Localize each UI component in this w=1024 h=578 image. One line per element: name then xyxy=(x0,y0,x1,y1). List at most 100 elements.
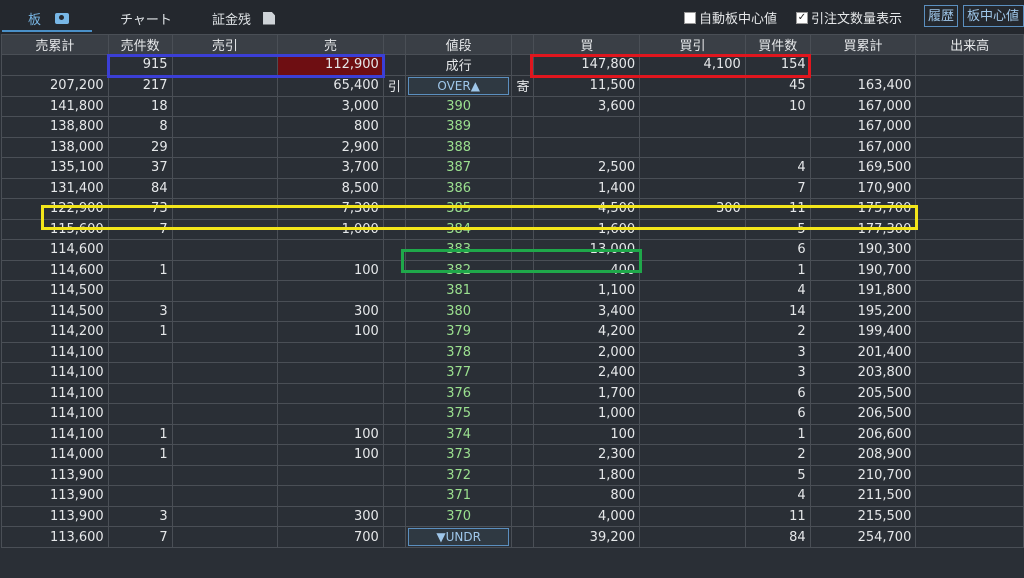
cell-price[interactable]: 376 xyxy=(404,382,513,404)
cell-price[interactable]: 382 xyxy=(404,259,513,281)
cell-buy[interactable] xyxy=(533,116,641,138)
cell-buy[interactable]: 39,200 xyxy=(533,526,641,548)
cell-price[interactable]: 377 xyxy=(404,362,513,384)
cell-price[interactable]: 383 xyxy=(404,239,513,261)
cell-buy[interactable]: 1,700 xyxy=(533,382,641,404)
cell-price[interactable]: 373 xyxy=(404,444,513,466)
cell-buy[interactable]: 1,800 xyxy=(533,464,641,486)
cell-sell[interactable] xyxy=(277,485,384,507)
cell-buy[interactable]: 1,000 xyxy=(533,403,641,425)
cell-buy[interactable]: 100 xyxy=(533,423,641,445)
export-icon[interactable] xyxy=(263,11,276,25)
cell-buy[interactable]: 3,600 xyxy=(533,95,641,117)
cell-price[interactable]: 387 xyxy=(404,157,513,179)
cell-buy[interactable]: 2,400 xyxy=(533,362,641,384)
cell-sell[interactable] xyxy=(277,239,384,261)
cell-buy[interactable]: 1,100 xyxy=(533,280,641,302)
cell-buy[interactable]: 3,400 xyxy=(533,300,641,322)
cell-sell[interactable]: 300 xyxy=(277,505,384,527)
cell-sell[interactable]: 7,300 xyxy=(277,198,384,220)
header-sell-count[interactable]: 売件数 xyxy=(107,34,173,55)
cell-price[interactable]: 372 xyxy=(404,464,513,486)
cell-price[interactable]: 385 xyxy=(404,198,513,220)
cell-sell[interactable]: 800 xyxy=(277,116,384,138)
cell-sell[interactable]: 700 xyxy=(277,526,384,548)
cell-buy[interactable]: 11,500 xyxy=(533,74,641,97)
show-order-qty-checkbox-box[interactable]: ✓ xyxy=(796,11,808,24)
price-row: 114,500 381 1,100 4 191,800 xyxy=(1,280,1024,302)
camera-icon[interactable] xyxy=(55,12,70,24)
cell-sell[interactable]: 100 xyxy=(277,321,384,343)
cell-sell-closing xyxy=(171,116,279,138)
history-button[interactable]: 履歴 xyxy=(924,5,959,27)
cell-price[interactable]: 390 xyxy=(404,95,513,117)
cell-buy[interactable]: 800 xyxy=(533,485,641,507)
cell-buy-closing: 4,100 xyxy=(639,54,746,76)
cell-price[interactable]: 371 xyxy=(404,485,513,507)
cell-price[interactable]: 384 xyxy=(404,218,513,240)
cell-buy[interactable]: 147,800 xyxy=(533,54,641,76)
cell-buy[interactable]: 400 xyxy=(533,259,641,281)
cell-buy[interactable]: 4,500 xyxy=(533,198,641,220)
cell-buy[interactable]: 4,200 xyxy=(533,321,641,343)
cell-sell[interactable] xyxy=(277,280,384,302)
auto-center-checkbox[interactable]: 自動板中心値 xyxy=(684,8,777,27)
cell-sell[interactable] xyxy=(277,341,384,363)
cell-price[interactable]: 386 xyxy=(404,177,513,199)
cell-sell[interactable] xyxy=(277,403,384,425)
cell-sell[interactable] xyxy=(277,362,384,384)
show-order-qty-checkbox[interactable]: ✓ 引注文数量表示 xyxy=(796,8,902,27)
cell-sell[interactable]: 8,500 xyxy=(277,177,384,199)
tab-board[interactable]: 板 xyxy=(28,8,70,28)
cell-buy[interactable] xyxy=(533,136,641,158)
cell-price[interactable]: 388 xyxy=(404,136,513,158)
cell-sell[interactable]: 3,700 xyxy=(277,157,384,179)
header-sell-closing[interactable]: 売引 xyxy=(171,34,279,55)
cell-price[interactable]: 378 xyxy=(404,341,513,363)
cell-sell[interactable]: 100 xyxy=(277,259,384,281)
cell-price[interactable]: 389 xyxy=(404,116,513,138)
cell-buy[interactable]: 4,000 xyxy=(533,505,641,527)
header-buy-count[interactable]: 買件数 xyxy=(744,34,811,55)
header-volume[interactable]: 出来高 xyxy=(915,34,1024,55)
cell-sell[interactable] xyxy=(277,464,384,486)
cell-sell[interactable]: 100 xyxy=(277,423,384,445)
tab-chart[interactable]: チャート xyxy=(120,8,172,28)
cell-sell[interactable]: 300 xyxy=(277,300,384,322)
header-buy[interactable]: 買 xyxy=(533,34,641,55)
cell-price[interactable]: 375 xyxy=(404,403,513,425)
cell-buy[interactable]: 2,300 xyxy=(533,444,641,466)
cell-buy[interactable]: 1,400 xyxy=(533,177,641,199)
cell-buy[interactable]: 2,500 xyxy=(533,157,641,179)
cell-sell[interactable]: 3,000 xyxy=(277,95,384,117)
cell-sell-count: 1 xyxy=(107,423,173,445)
cell-buy[interactable]: 2,000 xyxy=(533,341,641,363)
under-row: 113,600 7 700 ▼UNDR 39,200 84 254,700 xyxy=(1,526,1024,548)
cell-price[interactable]: 成行 xyxy=(404,54,513,76)
auto-center-checkbox-box[interactable] xyxy=(684,11,696,24)
over-button[interactable]: OVER▲ xyxy=(407,76,510,95)
cell-sell[interactable]: 2,900 xyxy=(277,136,384,158)
cell-sell-closing xyxy=(171,382,279,404)
header-buy-closing[interactable]: 買引 xyxy=(639,34,746,55)
header-sell-cumulative[interactable]: 売累計 xyxy=(1,34,109,55)
under-button[interactable]: ▼UNDR xyxy=(407,528,510,546)
cell-buy[interactable]: 13,000 xyxy=(533,239,641,261)
header-sell[interactable]: 売 xyxy=(277,34,384,55)
cell-price[interactable]: 374 xyxy=(404,423,513,445)
cell-sell[interactable]: 1,000 xyxy=(277,218,384,240)
cell-price[interactable]: 380 xyxy=(404,300,513,322)
cell-sell[interactable]: 65,400 xyxy=(277,74,384,97)
cell-sell[interactable] xyxy=(277,382,384,404)
cell-price[interactable]: 381 xyxy=(404,280,513,302)
header-buy-cumulative[interactable]: 買累計 xyxy=(809,34,917,55)
cell-price[interactable]: 370 xyxy=(404,505,513,527)
cell-sell[interactable]: 100 xyxy=(277,444,384,466)
tab-margin-balance[interactable]: 証金残 xyxy=(212,8,276,28)
header-price[interactable]: 値段 xyxy=(404,34,513,55)
top-toolbar: 板 チャート 証金残 自動板中心値 ✓ 引注文数量表示 履歴 板中心値 xyxy=(0,0,1024,34)
cell-sell[interactable]: 112,900 xyxy=(277,54,384,76)
board-center-button[interactable]: 板中心値 xyxy=(963,5,1024,27)
cell-price[interactable]: 379 xyxy=(404,321,513,343)
cell-buy[interactable]: 1,600 xyxy=(533,218,641,240)
